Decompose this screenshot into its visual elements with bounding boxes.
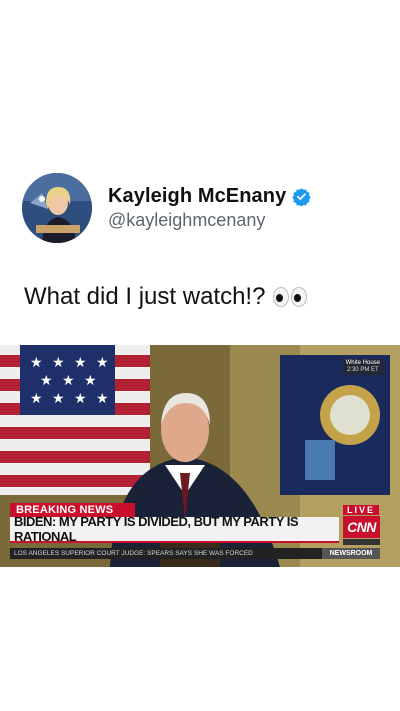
svg-text:★: ★ — [74, 391, 87, 407]
svg-text:★: ★ — [96, 355, 109, 371]
svg-text:★: ★ — [52, 391, 65, 407]
cnn-logo: CNN — [343, 516, 380, 538]
time-label: 2:30 PM ET — [346, 367, 379, 373]
handle[interactable]: @kayleighmcenany — [108, 210, 311, 231]
verified-badge-icon — [292, 188, 312, 206]
tweet-body: What did I just watch!? — [24, 283, 266, 310]
svg-text:★: ★ — [30, 355, 43, 371]
location-label: White House — [345, 360, 380, 366]
live-badge: LIVE — [343, 505, 380, 515]
show-name: NEWSROOM — [322, 548, 380, 559]
video-player[interactable]: ★ ★ ★ ★ ★ ★ ★ ★ ★ ★ ★ White House 2:30 PM ET BRE… — [0, 345, 400, 567]
svg-text:★: ★ — [84, 373, 97, 389]
display-name[interactable]: Kayleigh McEnany — [108, 185, 286, 208]
svg-text:★: ★ — [52, 355, 65, 371]
avatar-image — [22, 173, 92, 243]
location-bug: White House 2:30 PM ET — [342, 359, 383, 375]
news-ticker: LOS ANGELES SUPERIOR COURT JUDGE: SPEARS… — [10, 548, 322, 559]
mini-clock — [343, 539, 380, 545]
eyes-emoji-icon — [273, 287, 308, 307]
tweet-text: What did I just watch!? — [24, 283, 308, 311]
svg-text:★: ★ — [74, 355, 87, 371]
svg-text:★: ★ — [30, 391, 43, 407]
svg-text:★: ★ — [40, 373, 53, 389]
svg-text:★: ★ — [62, 373, 75, 389]
avatar[interactable] — [22, 173, 92, 243]
chyron-headline: BIDEN: MY PARTY IS DIVIDED, BUT MY PARTY… — [10, 514, 339, 544]
svg-text:★: ★ — [96, 391, 109, 407]
tweet-header: Kayleigh McEnany @kayleighmcenany — [22, 173, 312, 243]
